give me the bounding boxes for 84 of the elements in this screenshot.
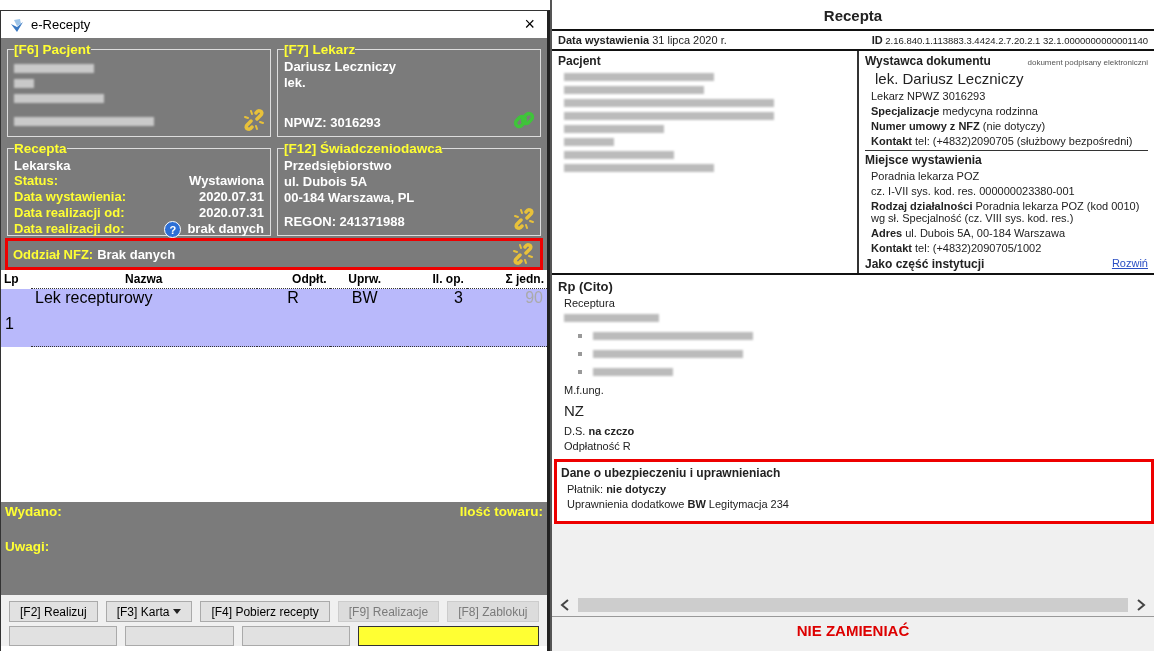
field-label: Data wystawienia:: [14, 189, 127, 205]
field-value: Wystawiona: [189, 173, 264, 189]
column-header: Σ jedn.: [466, 270, 547, 289]
insurance-detail: Uprawnienia dodatkowe BW Legitymacja 234: [567, 498, 790, 510]
row-number: 1: [1, 288, 31, 347]
bullet-icon: [578, 334, 582, 338]
blurred-text: [564, 138, 614, 146]
table-cell[interactable]: Lek recepturowy: [31, 288, 257, 347]
bullet-icon: [578, 352, 582, 356]
issue-date: Data wystawienia 31 lipca 2020 r.: [558, 34, 727, 46]
issuer-heading: Wystawca dokumentu: [865, 54, 991, 68]
field-label: Status:: [14, 173, 60, 189]
field-label: Data realizacji do:: [14, 221, 126, 238]
cut-off-button[interactable]: [358, 626, 539, 646]
form-text: M.f.ung.: [564, 384, 605, 396]
prescription-kind: Receptura: [564, 297, 616, 309]
column-header: Il. op.: [399, 270, 467, 289]
place-detail: Adres ul. Dubois 5A, 00-184 Warszawa: [871, 227, 1067, 239]
place-detail: Kontakt tel: (+4832)2090705/1002: [871, 242, 1043, 254]
field-value: brak danych: [187, 221, 264, 238]
column-header: Uprw.: [329, 270, 400, 289]
issued-label: Wydano:: [5, 504, 62, 519]
table-cell[interactable]: BW: [329, 288, 400, 347]
provider-text: ul. Dubois 5A: [284, 174, 369, 190]
place-heading: Miejsce wystawienia: [865, 153, 983, 167]
panel-legend: [F7] Lekarz: [284, 42, 356, 57]
issuer-detail: Specjalizacje medycyna rodzinna: [871, 105, 1039, 117]
expand-link[interactable]: Rozwiń: [1111, 257, 1148, 271]
prescription-type: Lekarska: [14, 158, 72, 173]
issuer-name: lek. Dariusz Leczniczy: [875, 70, 1025, 87]
field-value: 2020.07.31: [198, 205, 264, 221]
window-title: e-Recepty: [31, 17, 92, 32]
place-detail: cz. I-VII sys. kod. res. 000000023380-001: [871, 185, 1076, 197]
nfz-value: Brak danych: [97, 246, 176, 262]
blurred-text: [14, 79, 34, 88]
scroll-right-icon[interactable]: [1136, 599, 1146, 611]
doctor-text: Dariusz Leczniczy: [284, 59, 397, 75]
patient-heading: Pacjent: [558, 54, 602, 68]
provider-text: 00-184 Warszawa, PL: [284, 190, 416, 206]
place-detail: Poradnia lekarza POZ: [871, 170, 981, 182]
issuer-detail: Lekarz NPWZ 3016293: [871, 90, 987, 102]
help-icon[interactable]: ?: [164, 221, 182, 238]
bullet-icon: [578, 370, 582, 374]
warning-text: NIE ZAMIENIAĆ: [552, 616, 1154, 651]
document-title: Recepta: [552, 0, 1154, 31]
column-header: Lp: [1, 270, 31, 289]
rp-heading: Rp (Cito): [558, 279, 614, 294]
app-icon: [9, 16, 25, 33]
table-cell[interactable]: 3: [399, 288, 467, 347]
insurance-detail: Płatnik: nie dotyczy: [567, 483, 668, 495]
broken-chain-icon[interactable]: [242, 108, 266, 132]
regon-text: REGON: 241371988: [284, 214, 405, 229]
action-button[interactable]: [F4] Pobierz recepty: [200, 601, 330, 622]
panel-legend: [F6] Pacjent: [14, 42, 91, 57]
nfz-label: Oddział NFZ:: [13, 246, 94, 262]
nz-text: NZ: [564, 402, 585, 419]
field-label: Data realizacji od:: [14, 205, 126, 221]
table-cell[interactable]: R: [256, 288, 330, 347]
payment-text: Odpłatność R: [564, 440, 632, 452]
broken-chain-icon[interactable]: [511, 242, 535, 266]
close-button[interactable]: ×: [520, 14, 539, 35]
action-button[interactable]: [F3] Karta: [105, 601, 193, 622]
action-button[interactable]: [F2] Realizuj: [9, 601, 98, 622]
place-detail: Rodzaj działalności Poradnia lekarza POZ (kod 0010) wg sł. Specjalność (cz. VIII sys. kod. res.): [871, 200, 1141, 224]
field-value: 2020.07.31: [198, 189, 264, 205]
horizontal-scrollbar[interactable]: [578, 598, 1128, 612]
notes-label: Uwagi:: [5, 539, 51, 554]
scroll-left-icon[interactable]: [560, 599, 570, 611]
broken-chain-icon[interactable]: [512, 207, 536, 231]
issuer-detail: Kontakt tel: (+4832)2090705 (służbowy bezpośredni): [871, 135, 1134, 147]
issuer-detail: Numer umowy z NFZ (nie dotyczy): [871, 120, 1047, 132]
column-header: Nazwa: [31, 270, 257, 289]
panel-legend: [F12] Świadczeniodawca: [284, 141, 443, 156]
signature-note: dokument podpisany elektroniczni: [1027, 58, 1148, 67]
provider-text: Przedsiębiorstwo: [284, 158, 393, 174]
document-id: ID 2.16.840.1.113883.3.4424.2.7.20.2.1 32.1.0000000000001140: [871, 34, 1148, 46]
institution-label: Jako część instytucji: [865, 257, 985, 271]
column-header: Odpłt.: [256, 270, 330, 289]
panel-legend: Recepta: [14, 141, 67, 156]
npwz-text: NPWZ: 3016293: [284, 115, 381, 130]
dosage-text: D.S. na czczo: [564, 425, 636, 437]
doctor-text: lek.: [284, 75, 307, 91]
quantity-label: Ilość towaru:: [459, 504, 543, 519]
insurance-heading: Dane o ubezpieczeniu i uprawnieniach: [561, 466, 782, 480]
